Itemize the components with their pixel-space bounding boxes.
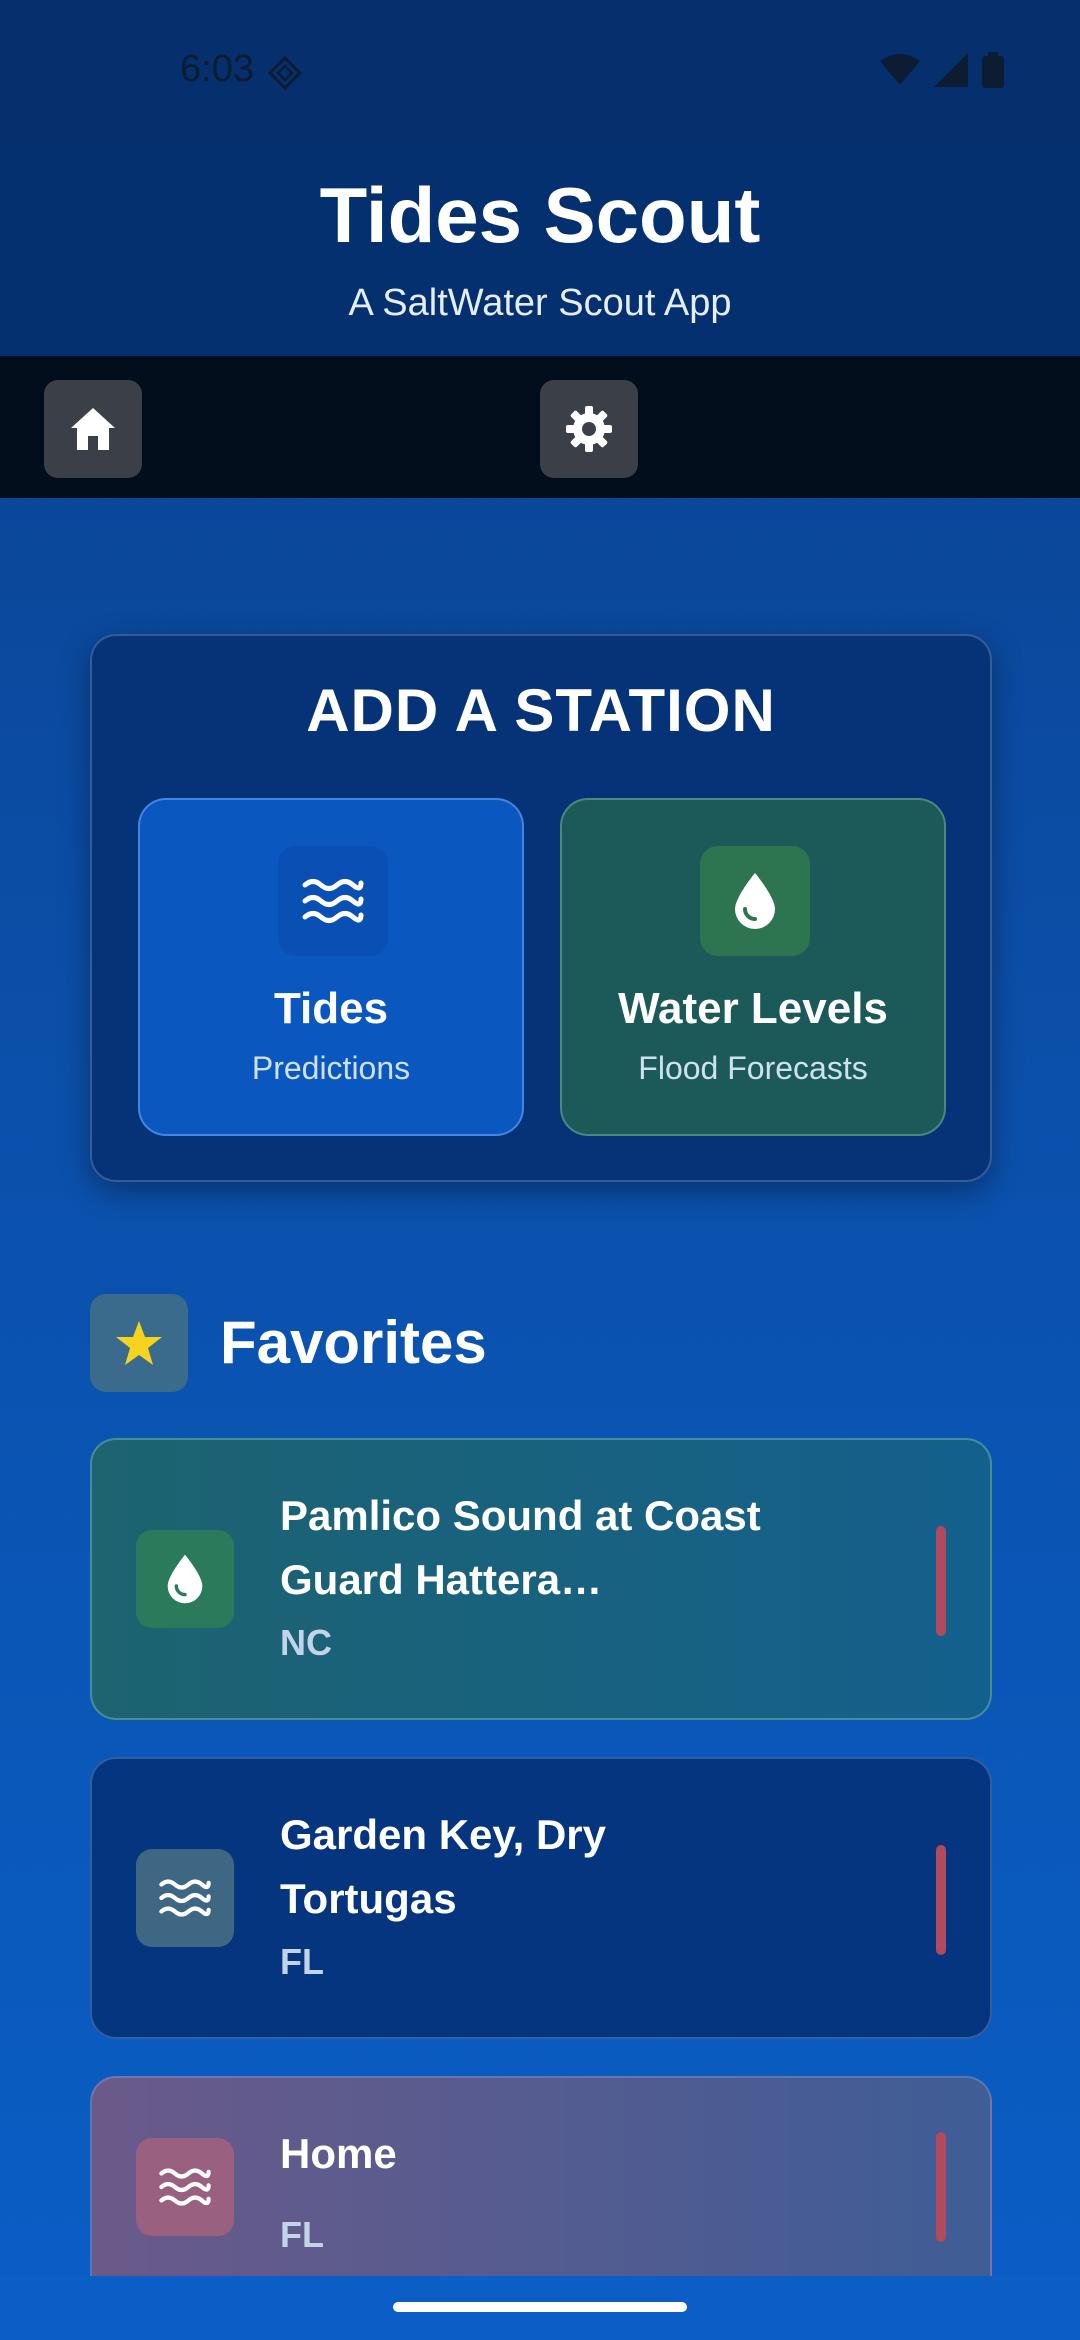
tides-choice-title: Tides (273, 984, 389, 1033)
tides-choice-subtitle: Predictions (251, 1050, 411, 1086)
status-bar: 6:03 (0, 0, 1080, 140)
water-drop-icon (700, 846, 810, 956)
status-time: 6:03 (180, 48, 254, 90)
remove-favorite-handle[interactable] (936, 1845, 946, 1955)
toolbar (0, 356, 1080, 498)
waves-icon (136, 1849, 234, 1947)
favorite-station-card[interactable]: Pamlico Sound at Coast Guard Hattera… NC (90, 1438, 992, 1720)
water-levels-choice-subtitle: Flood Forecasts (638, 1050, 868, 1086)
gear-icon (566, 406, 612, 452)
favorite-station-state: FL (280, 1941, 324, 1982)
water-drop-icon (136, 1530, 234, 1628)
wifi-icon (880, 54, 920, 85)
add-tides-station-button[interactable]: Tides Predictions (138, 798, 524, 1136)
add-station-title: ADD A STATION (306, 677, 776, 744)
add-station-card: ADD A STATION Tides Predictions Water Le… (90, 634, 992, 1182)
settings-button[interactable] (540, 380, 638, 478)
app-header: Tides Scout A SaltWater Scout App (0, 140, 1080, 356)
app-subtitle: A SaltWater Scout App (348, 282, 732, 324)
favorite-station-card[interactable]: Garden Key, Dry Tortugas FL (90, 1757, 992, 2039)
battery-icon (982, 52, 1004, 88)
home-indicator[interactable] (393, 2302, 687, 2312)
waves-icon (278, 846, 388, 956)
home-icon (71, 408, 115, 450)
water-levels-choice-title: Water Levels (618, 984, 888, 1033)
favorite-station-state: NC (280, 1622, 332, 1663)
app-title: Tides Scout (319, 171, 761, 259)
remove-favorite-handle[interactable] (936, 2132, 946, 2242)
notification-diamond-icon (268, 56, 302, 90)
favorite-station-name: Home (280, 2130, 397, 2177)
star-icon (90, 1294, 188, 1392)
favorite-station-name: Garden Key, Dry Tortugas (280, 1811, 607, 1922)
home-button[interactable] (44, 380, 142, 478)
add-water-levels-station-button[interactable]: Water Levels Flood Forecasts (560, 798, 946, 1136)
favorite-station-name: Pamlico Sound at Coast Guard Hattera… (280, 1492, 761, 1603)
status-icons (880, 52, 1004, 88)
signal-icon (934, 53, 968, 87)
remove-favorite-handle[interactable] (936, 1526, 946, 1636)
waves-icon (136, 2138, 234, 2236)
favorite-station-state: FL (280, 2214, 324, 2255)
favorites-title: Favorites (220, 1309, 487, 1376)
